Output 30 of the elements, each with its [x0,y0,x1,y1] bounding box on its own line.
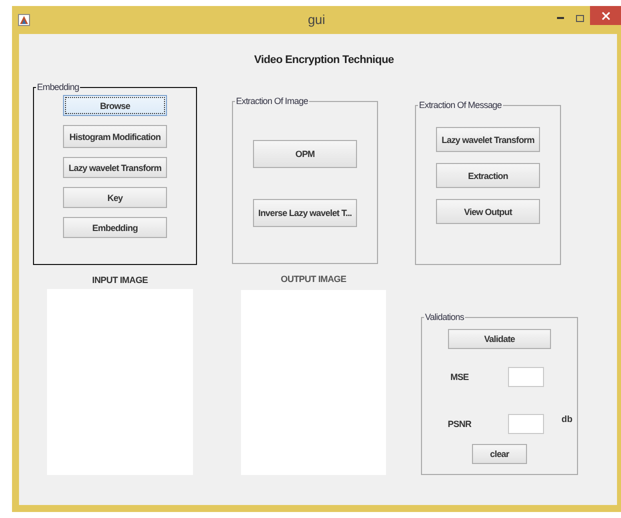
push-button[interactable]: OPM [253,140,357,168]
minimize-icon[interactable] [556,17,564,19]
image-label: OUTPUT IMAGE [280,274,346,284]
panel-title: Embedding [36,82,80,93]
app-icon [18,14,30,26]
push-button[interactable]: Inverse Lazy wavelet T... [253,199,357,227]
window-title: gui [306,12,326,27]
input-field[interactable] [508,414,544,434]
field-label: PSNR [446,419,472,429]
close-button[interactable] [590,6,621,25]
app-heading: Video Encryption Technique [253,54,395,66]
close-icon [602,12,610,20]
validate-button[interactable]: Validate [448,329,551,349]
panel-title: Validations [424,312,465,323]
panel-title: Extraction Of Message [418,100,503,111]
push-button[interactable]: Key [63,187,167,208]
push-button[interactable]: Lazy wavelet Transform [436,127,540,152]
field-label: MSE [449,372,470,382]
push-button[interactable]: Histogram Modification [63,125,167,148]
input-field[interactable] [508,367,544,387]
push-button[interactable]: Browse [63,95,167,116]
unit-label: db [562,414,572,424]
maximize-icon[interactable] [576,14,584,22]
panel-title: Extraction Of Image [235,96,309,107]
push-button[interactable]: Lazy wavelet Transform [63,157,167,178]
image-label: INPUT IMAGE [92,275,148,285]
push-button[interactable]: View Output [436,199,540,224]
push-button[interactable]: Extraction [436,163,540,188]
push-button[interactable]: Embedding [63,217,167,238]
clear-button[interactable]: clear [472,444,527,464]
